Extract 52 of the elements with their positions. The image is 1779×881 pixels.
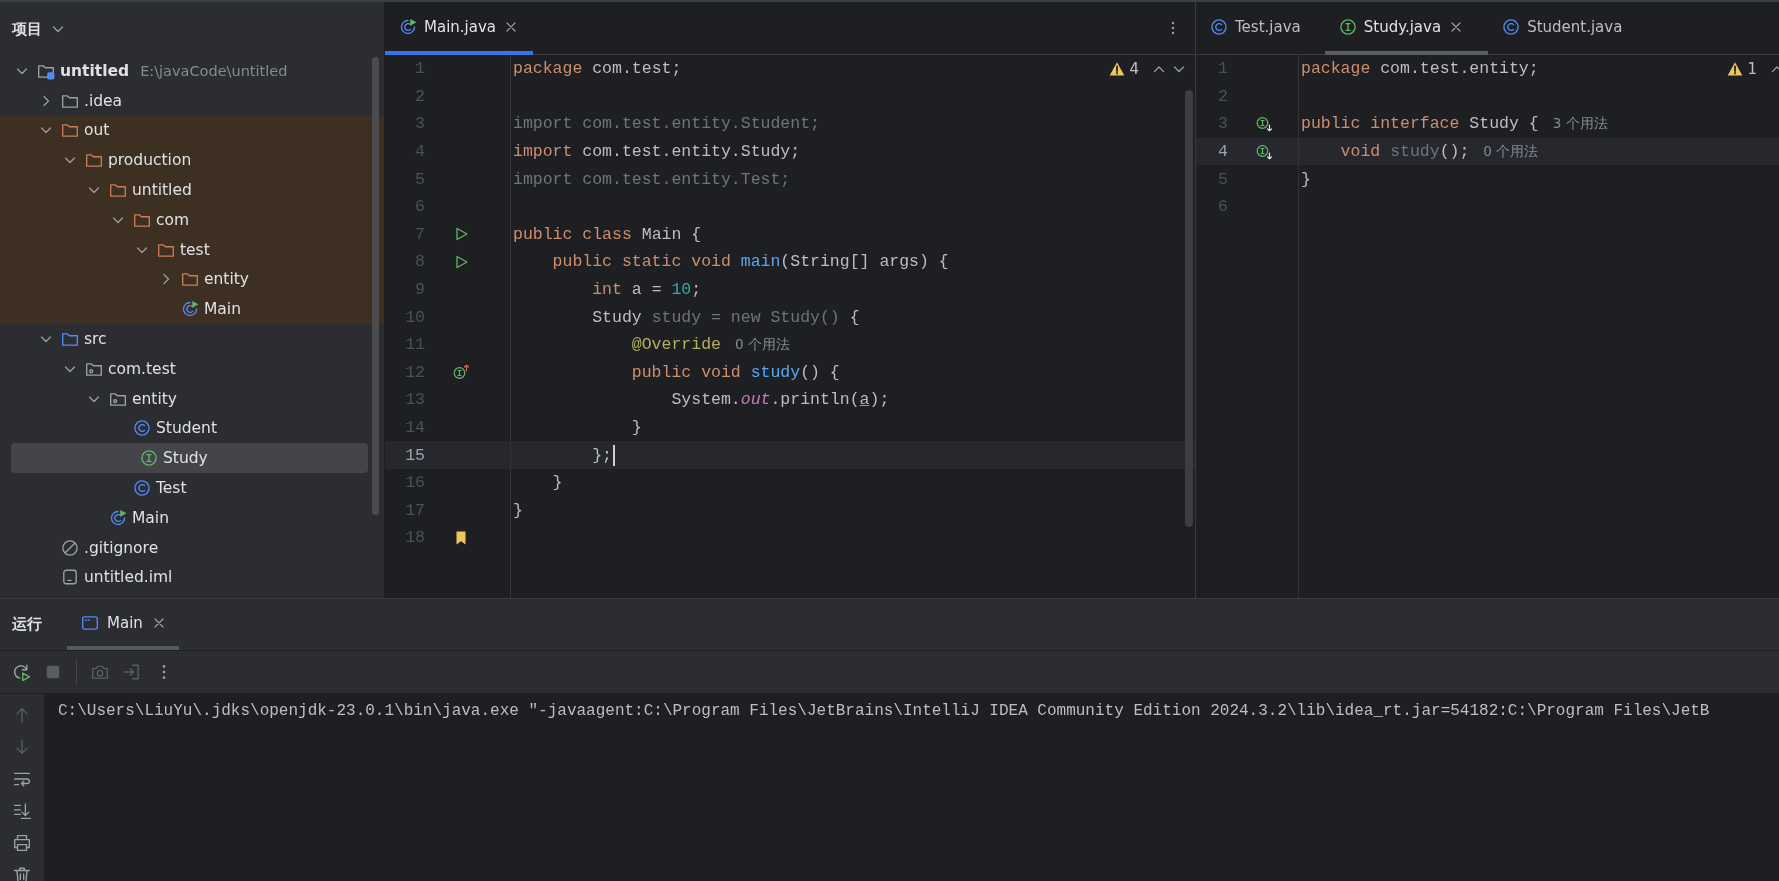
code-line: package com.test;: [513, 59, 682, 79]
warning-count[interactable]: 4: [1129, 59, 1139, 78]
tree-item[interactable]: src: [0, 324, 370, 354]
code-line: void study();: [1339, 142, 1470, 162]
tree-item[interactable]: .gitignore: [0, 532, 370, 563]
run-tab[interactable]: Main: [67, 599, 179, 650]
usage-hint[interactable]: 0 个用法: [734, 335, 790, 354]
tree-item[interactable]: Student: [0, 413, 370, 444]
editor-tab[interactable]: Main.java: [385, 2, 533, 55]
panel-title: 运行: [11, 614, 43, 635]
code-line: }: [513, 500, 523, 520]
code-line: Study study = new Study() {: [591, 307, 860, 327]
line-number: 15: [404, 445, 425, 465]
tree-item[interactable]: untitled: [0, 175, 384, 205]
tree-item[interactable]: untitled E:\javaCode\untitled: [0, 56, 370, 86]
editor-tab[interactable]: Student.java: [1488, 2, 1647, 55]
warning-count[interactable]: 1: [1747, 59, 1757, 78]
code-line: public static void main(String[] args) {: [551, 252, 949, 272]
tree-item[interactable]: production: [0, 145, 384, 176]
code-line: };: [591, 445, 613, 465]
tree-item[interactable]: entity: [0, 383, 370, 414]
panel-title[interactable]: 项目: [12, 19, 42, 39]
code-line: public void study() {: [630, 362, 840, 382]
code-line: }: [1301, 169, 1311, 189]
tree-item[interactable]: .idea: [0, 85, 370, 116]
editor-tab[interactable]: Study.java: [1324, 2, 1489, 55]
code-line: }: [630, 418, 642, 437]
code-line: public class Main {: [513, 224, 702, 244]
tree-item[interactable]: Study: [11, 443, 368, 474]
usage-hint[interactable]: 3 个用法: [1552, 115, 1608, 133]
tree-item[interactable]: test: [0, 234, 384, 265]
tree-item[interactable]: Main: [0, 502, 370, 533]
code-line: import com.test.entity.Test;: [513, 169, 791, 189]
console-output: C:\Users\LiuYu\.jdks\openjdk-23.0.1\bin\java.exe "-javaagent:C:\Program Files\JetBrains\IntelliJ IDEA Community Edition 2024.3.2\lib\idea_rt.jar=54182:C:\Program Files\JetB: [58, 702, 1711, 720]
code-line: import com.test.entity.Study;: [513, 142, 801, 162]
code-line: import com.test.entity.Student;: [513, 114, 820, 134]
tree-item[interactable]: com: [0, 205, 384, 235]
tree-item[interactable]: entity: [0, 264, 384, 295]
code-line: int a = 10;: [591, 280, 702, 300]
code-line: }: [551, 473, 563, 493]
tree-item[interactable]: Main: [0, 294, 384, 325]
tree-item[interactable]: untitled.iml: [0, 562, 370, 593]
usage-hint[interactable]: 0 个用法: [1483, 142, 1539, 161]
tree-item[interactable]: com.test: [0, 353, 370, 384]
editor-tab[interactable]: Test.java: [1196, 2, 1325, 55]
code-line: @Override: [630, 335, 721, 355]
code-line: System.out.println(a);: [670, 390, 890, 410]
line-number: 4: [1217, 142, 1228, 162]
tree-item[interactable]: Test: [0, 473, 370, 503]
code-line: package com.test.entity;: [1301, 59, 1539, 79]
code-line: public interface Study {: [1301, 114, 1539, 134]
tree-item[interactable]: out: [0, 115, 384, 146]
